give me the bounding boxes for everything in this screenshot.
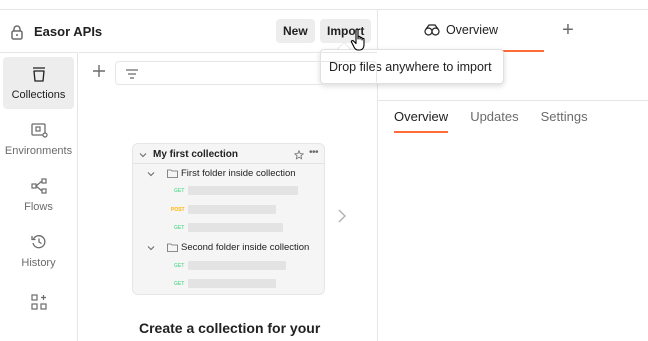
divider <box>133 163 324 164</box>
sidebar: Collections Environments Flows History <box>0 52 78 341</box>
divider <box>378 100 648 101</box>
collections-panel: My first collection ••• First folder ins… <box>79 52 377 341</box>
preview-collection-name: My first collection <box>153 149 239 160</box>
chevron-down-icon <box>147 246 155 251</box>
placeholder-bar <box>188 261 286 270</box>
preview-request-row: GET <box>133 185 324 197</box>
new-button[interactable]: New <box>276 19 315 43</box>
placeholder-bar <box>188 279 276 288</box>
preview-folder-name: First folder inside collection <box>181 168 296 179</box>
subtabs: Overview Updates Settings <box>394 109 588 133</box>
preview-request-row: POST <box>133 204 324 216</box>
sidebar-item-configure[interactable] <box>3 285 74 319</box>
workspace-title: Easor APIs <box>34 24 103 39</box>
tab-overview[interactable]: Overview <box>378 10 544 52</box>
preview-folder-row: First folder inside collection <box>133 166 324 182</box>
preview-request-row: GET <box>133 278 324 290</box>
filter-icon <box>126 69 138 79</box>
more-icon: ••• <box>309 147 319 158</box>
preview-folder-row: Second folder inside collection <box>133 240 324 256</box>
empty-state-heading: Create a collection for your <box>139 320 321 336</box>
hand-cursor-icon <box>350 28 365 51</box>
sidebar-item-label: Collections <box>11 89 66 101</box>
lock-icon <box>11 25 23 40</box>
method-get: GET <box>174 281 185 287</box>
method-get: GET <box>174 263 185 269</box>
add-tab-icon[interactable]: + <box>558 20 578 40</box>
preview-folder-name: Second folder inside collection <box>181 242 310 253</box>
collections-icon <box>32 67 45 82</box>
filter-input[interactable] <box>115 61 377 85</box>
add-collection-icon[interactable] <box>91 63 107 79</box>
method-get: GET <box>174 188 185 194</box>
top-bar <box>0 0 648 10</box>
preview-collection-row: My first collection ••• <box>133 147 324 163</box>
preview-request-row: GET <box>133 222 324 234</box>
folder-icon <box>167 243 178 252</box>
overview-icon <box>424 24 440 36</box>
tooltip-arrow-inner <box>338 43 350 49</box>
subtab-updates[interactable]: Updates <box>470 109 518 133</box>
subtab-overview[interactable]: Overview <box>394 109 449 133</box>
sidebar-item-label: Flows <box>24 201 53 213</box>
sidebar-item-label: History <box>21 257 56 269</box>
placeholder-bar <box>188 205 276 214</box>
workspace-header: Easor APIs New Import <box>0 10 377 52</box>
folder-icon <box>167 169 178 178</box>
chevron-down-icon <box>139 153 147 158</box>
placeholder-bar <box>188 223 283 232</box>
sidebar-item-environments[interactable]: Environments <box>3 113 74 165</box>
star-icon <box>294 150 304 160</box>
method-post: POST <box>171 207 185 213</box>
method-get: GET <box>174 225 185 231</box>
collection-preview: My first collection ••• First folder ins… <box>132 143 325 295</box>
sidebar-item-collections[interactable]: Collections <box>3 57 74 109</box>
add-apps-icon <box>30 294 47 310</box>
chevron-right-icon[interactable] <box>337 209 347 223</box>
sidebar-item-flows[interactable]: Flows <box>3 169 74 221</box>
placeholder-bar <box>188 186 298 195</box>
subtab-settings[interactable]: Settings <box>541 109 588 133</box>
tab-overview-label: Overview <box>445 23 499 37</box>
history-icon <box>30 235 45 249</box>
sidebar-item-label: Environments <box>4 145 73 157</box>
chevron-down-icon <box>147 172 155 177</box>
preview-request-row: GET <box>133 260 324 272</box>
sidebar-item-history[interactable]: History <box>3 225 74 277</box>
environments-icon <box>30 123 48 138</box>
flows-icon <box>30 178 47 194</box>
